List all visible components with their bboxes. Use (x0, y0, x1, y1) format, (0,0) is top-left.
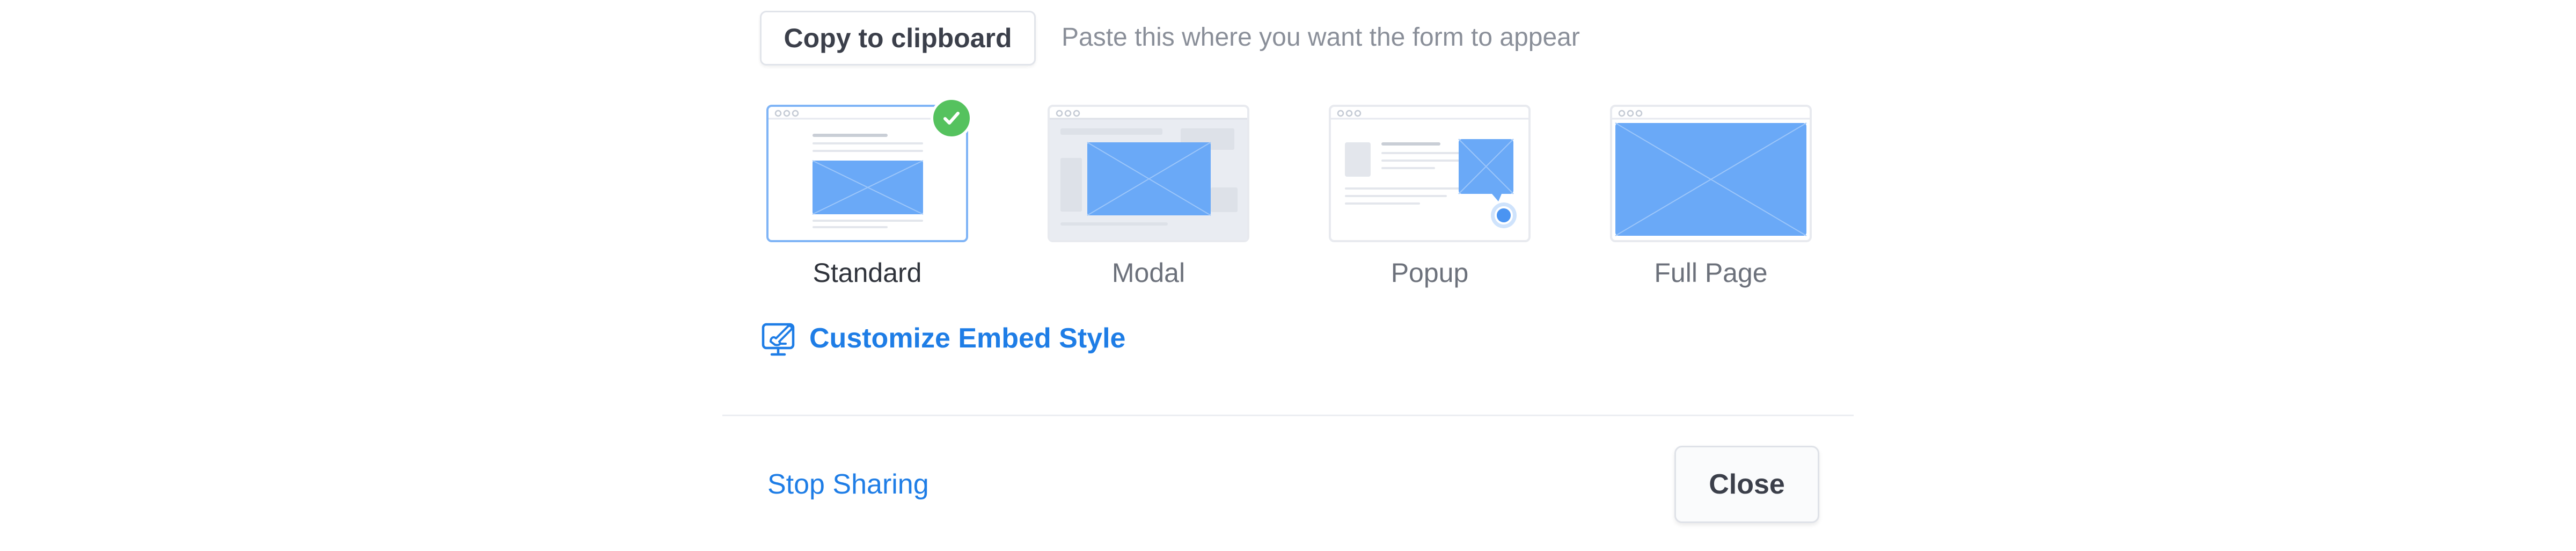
paintbrush-monitor-icon (762, 323, 795, 356)
full-page-thumbnail-icon (1612, 110, 1810, 236)
close-button[interactable]: Close (1674, 446, 1819, 523)
popup-thumbnail-icon (1331, 110, 1528, 228)
embed-style-label: Modal (1111, 258, 1185, 288)
stop-sharing-link[interactable]: Stop Sharing (767, 467, 929, 502)
footer-divider (722, 415, 1854, 416)
customize-embed-style-label: Customize Embed Style (809, 323, 1126, 354)
embed-style-label: Popup (1391, 258, 1469, 288)
selected-check-icon (931, 97, 972, 139)
embed-style-modal[interactable] (1048, 105, 1249, 242)
modal-thumbnail-icon (1050, 110, 1247, 240)
embed-style-full-page[interactable] (1610, 105, 1812, 242)
embed-style-popup[interactable] (1329, 105, 1531, 242)
copy-hint-text: Paste this where you want the form to ap… (1062, 23, 1580, 52)
embed-style-label: Standard (813, 258, 922, 288)
embed-style-label: Full Page (1654, 258, 1768, 288)
copy-to-clipboard-button[interactable]: Copy to clipboard (760, 11, 1036, 66)
customize-embed-style-link[interactable]: Customize Embed Style (761, 317, 1125, 360)
embed-style-standard[interactable] (766, 97, 972, 242)
